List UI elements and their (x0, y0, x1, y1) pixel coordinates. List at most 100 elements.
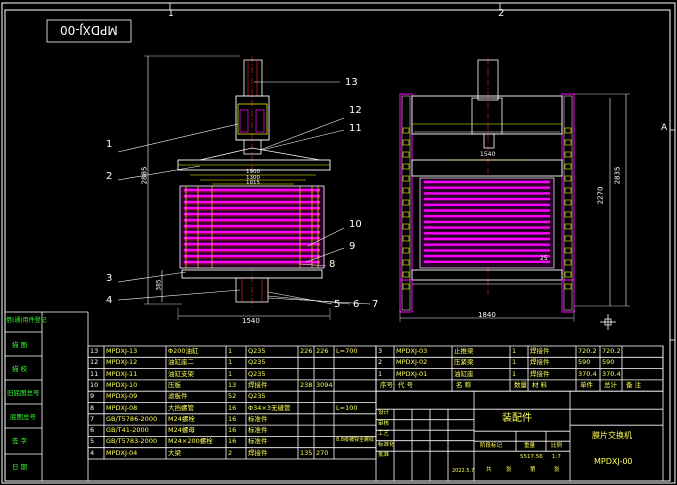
weight-label: 重量 (524, 443, 536, 449)
bom-left-cell-name: M24×200螺栓 (168, 437, 213, 446)
sign-row-label: 审核 (378, 420, 390, 427)
sign-row-label: 设计 (378, 410, 390, 417)
dim-side-25: 25 (540, 255, 548, 262)
sheet-c: 第 (530, 467, 536, 473)
dim-side-2835: 2835 (613, 166, 622, 185)
dim-side-2270: 2270 (596, 186, 605, 205)
bom-right-cell-w2: 590 (602, 358, 615, 367)
bom-right-cell-mat: 焊接件 (530, 358, 550, 367)
bom-left-cell-mat: Q235 (248, 392, 266, 401)
bom-right-cell-mat: 焊接件 (530, 347, 550, 355)
callout-9: 9 (349, 241, 356, 252)
bom-left-cell-no: 6 (90, 426, 95, 435)
column-bolt (402, 283, 410, 290)
bom-left-cell-code: GB/T5786-2000 (106, 414, 158, 423)
column-bolt (564, 139, 572, 146)
bom-left-cell-code: MPDXJ-08 (106, 403, 138, 412)
sign-row-label: 工艺 (378, 431, 390, 438)
callout-7: 7 (372, 299, 379, 310)
bom-left-cell-mat: 焊接件 (248, 380, 268, 389)
bom-right-cell-name: 止推梁 (454, 347, 474, 355)
callout-10: 10 (349, 219, 362, 230)
bom-header-cell: 总计 (604, 380, 617, 389)
bom-left-cell-name: 滤板件 (168, 392, 188, 401)
column-bolt (402, 247, 410, 254)
bom-left-cell-qty: 1 (228, 369, 233, 378)
dim-side-1540: 1540 (480, 151, 496, 158)
bom-left-cell-name: M24螺栓 (168, 414, 195, 423)
side-label-4: 底图总号 (10, 413, 36, 421)
bom-header-cell: 数量 (514, 380, 527, 389)
callout-5: 5 (334, 299, 341, 310)
dim-inner-1015: 1015 (246, 180, 260, 186)
sheet-b: 张 (506, 467, 512, 473)
column-bolt (564, 199, 572, 206)
bom-left-cell-w2: 270 (316, 448, 329, 457)
bom-left-cell-mat: 焊接件 (248, 448, 268, 457)
bom-right-cell-w2: 370.4 (602, 369, 621, 378)
bom-left-cell-no: 11 (90, 369, 99, 378)
bom-header-cell: 材 料 (532, 380, 548, 389)
dim-front-width: 1540 (242, 317, 260, 325)
column-bolt (402, 235, 410, 242)
sheet-d: 张 (554, 467, 560, 473)
bom-left-cell-mat: 标准件 (248, 426, 268, 435)
bom-left-cell-w1: 226 (300, 347, 313, 355)
cad-drawing[interactable] (0, 0, 677, 485)
bom-left-cell-no: 7 (90, 414, 95, 423)
bom-left-cell-name: Φ200油缸 (168, 347, 199, 355)
sheet-a: 共 (486, 467, 492, 473)
bom-left-cell-code: MPDXJ-09 (106, 392, 138, 401)
bom-left-cell-mat: Φ34×3无缝管 (248, 403, 291, 412)
bom-left-cell-w1: 135 (300, 448, 313, 457)
column-bolt (564, 271, 572, 278)
column-bolt (564, 247, 572, 254)
column-bolt (402, 259, 410, 266)
title-stamp: MPDXJ-00 (60, 23, 118, 37)
bom-right-cell-w1: 370.4 (578, 369, 597, 378)
column-bolt (402, 139, 410, 146)
weight-value: 5517.56 (520, 454, 543, 460)
column-bolt (564, 187, 572, 194)
column-bolt (564, 223, 572, 230)
sign-row-label: 批准 (378, 452, 390, 459)
bom-left-cell-name: 大挡螺管 (168, 403, 194, 412)
zone-number-2: 2 (498, 8, 505, 19)
column-bolt (564, 259, 572, 266)
bom-right-cell-no: 3 (378, 347, 383, 355)
side-label-0: 借(通)用件登记 (6, 317, 47, 324)
bom-left-cell-mat: 标准件 (248, 414, 268, 423)
column-bolt (402, 127, 410, 134)
bom-header-cell: 单件 (580, 380, 593, 389)
bom-left-cell-mat: Q235 (248, 358, 266, 367)
bom-left-cell-name: M24螺母 (168, 426, 195, 435)
bom-left-cell-no: 8 (90, 403, 95, 412)
bom-left-cell-qty: 16 (228, 403, 237, 412)
bom-left-cell-qty: 52 (228, 392, 237, 401)
column-bolt (564, 235, 572, 242)
sign-date: 2022.5.7 (452, 468, 475, 474)
side-label-2: 描 校 (12, 365, 28, 373)
bom-right-cell-w2: 720.2 (602, 347, 621, 355)
bom-right-cell-w1: 720.2 (578, 347, 597, 355)
bom-left-cell-w2: 3094 (316, 380, 333, 389)
bom-left-cell-qty: 1 (228, 347, 233, 355)
callout-13: 13 (345, 77, 358, 88)
column-bolt (402, 199, 410, 206)
side-label-5: 签 字 (12, 437, 28, 445)
column-bolt (402, 175, 410, 182)
bom-left-cell-name: 压板 (168, 380, 181, 389)
dim-front-height: 2885 (140, 166, 149, 185)
bom-left-cell-no: 4 (90, 448, 95, 457)
column-bolt (564, 283, 572, 290)
bom-right-cell-no: 1 (378, 369, 383, 378)
callout-6: 6 (353, 299, 360, 310)
bom-right-cell-name: 压紧梁 (454, 358, 474, 367)
bom-left-cell-w2: 226 (316, 347, 329, 355)
bom-left-cell-no: 10 (90, 380, 99, 389)
column-bolt (402, 271, 410, 278)
bom-left-cell-code: GB/T5783-2000 (106, 437, 158, 446)
assembly-label: 装配件 (502, 413, 532, 424)
bom-left-cell-qty: 2 (228, 448, 233, 457)
column-bolt (402, 211, 410, 218)
